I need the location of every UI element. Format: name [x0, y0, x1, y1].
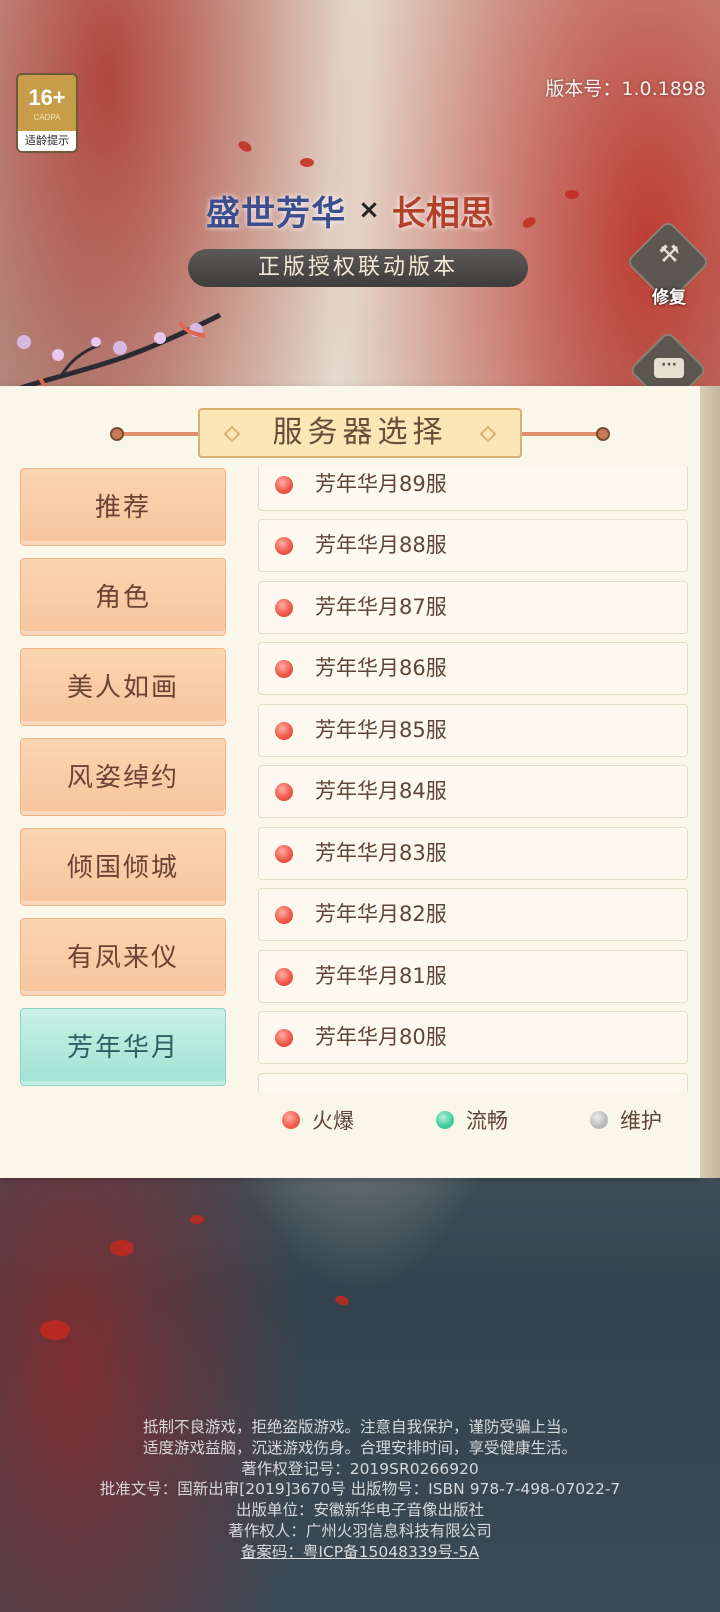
panel-title-box: 服务器选择: [198, 408, 522, 458]
status-hot-icon: [275, 660, 293, 678]
age-rating-org: CADPA: [33, 113, 61, 122]
server-select-panel: 服务器选择 推荐 角色 美人如画 风姿绰约 倾国倾城 有凤来仪 芳年华月 芳年华…: [0, 386, 700, 1178]
status-hot-icon: [275, 476, 293, 494]
title-ornament-line: [114, 432, 204, 436]
tools-icon: ⚒: [658, 240, 680, 268]
icp-link[interactable]: 备案码：粤ICP备15048339号-5A: [0, 1542, 720, 1563]
footer-line: 适度游戏益脑，沉迷游戏伤身。合理安排时间，享受健康生活。: [142, 1438, 577, 1457]
server-item-partial[interactable]: [258, 1073, 688, 1092]
status-smooth-icon: [436, 1111, 454, 1129]
logo-separator: ×: [358, 195, 380, 225]
status-hot-icon: [275, 783, 293, 801]
server-item[interactable]: 芳年华月89服: [258, 466, 688, 511]
server-name: 芳年华月89服: [315, 472, 447, 496]
status-legend: 火爆 流畅 维护: [0, 1098, 700, 1142]
legend-label: 流畅: [466, 1109, 508, 1133]
footer-line: 著作权登记号：2019SR0266920: [241, 1459, 479, 1478]
age-rating-tip: 适龄提示: [18, 131, 76, 151]
game-logo: 盛世芳华 × 长相思: [190, 180, 510, 240]
title-ornament-dot: [110, 427, 124, 441]
status-hot-icon: [275, 906, 293, 924]
server-item[interactable]: 芳年华月80服: [258, 1011, 688, 1064]
status-hot-icon: [282, 1111, 300, 1129]
title-ornament-dot: [596, 427, 610, 441]
server-item[interactable]: 芳年华月82服: [258, 888, 688, 941]
panel-title-bar: 服务器选择: [110, 408, 610, 458]
logo-subtitle: 正版授权联动版本: [188, 249, 528, 287]
repair-button-label: 修复: [652, 288, 686, 308]
panel-title: 服务器选择: [272, 415, 448, 450]
server-name: 芳年华月86服: [315, 656, 447, 680]
petal-decoration: [300, 158, 314, 167]
server-item[interactable]: 芳年华月86服: [258, 642, 688, 695]
status-hot-icon: [275, 968, 293, 986]
version-label: 版本号：1.0.1898: [545, 78, 706, 100]
legend-item-smooth: 流畅: [436, 1098, 508, 1142]
title-ornament-line: [516, 432, 606, 436]
collab-logo-name: 长相思: [391, 193, 494, 234]
status-hot-icon: [275, 599, 293, 617]
legend-label: 火爆: [312, 1109, 354, 1133]
server-name: 芳年华月82服: [315, 902, 447, 926]
category-tab-roles[interactable]: 角色: [20, 558, 226, 636]
server-name: 芳年华月84服: [315, 779, 447, 803]
age-rating-badge[interactable]: 16+ CADPA 适龄提示: [16, 73, 78, 153]
server-name: 芳年华月87服: [315, 595, 447, 619]
petal-decoration: [110, 1240, 134, 1256]
status-hot-icon: [275, 845, 293, 863]
server-item[interactable]: 芳年华月85服: [258, 704, 688, 757]
status-hot-icon: [275, 1029, 293, 1047]
server-item[interactable]: 芳年华月87服: [258, 581, 688, 634]
server-name: 芳年华月83服: [315, 841, 447, 865]
server-name: 芳年华月80服: [315, 1025, 447, 1049]
footer-line: 著作权人：广州火羽信息科技有限公司: [228, 1521, 492, 1540]
diamond-ornament-icon: [223, 425, 241, 443]
legal-footer: 抵制不良游戏，拒绝盗版游戏。注意自我保护，谨防受骗上当。 适度游戏益脑，沉迷游戏…: [0, 1417, 720, 1563]
diamond-ornament-icon: [479, 425, 497, 443]
status-hot-icon: [275, 537, 293, 555]
category-tab[interactable]: 美人如画: [20, 648, 226, 726]
server-item[interactable]: 芳年华月84服: [258, 765, 688, 818]
footer-line: 抵制不良游戏，拒绝盗版游戏。注意自我保护，谨防受骗上当。: [142, 1418, 577, 1436]
chat-icon: ···: [654, 358, 684, 378]
category-tab[interactable]: 倾国倾城: [20, 828, 226, 906]
server-name: 芳年华月85服: [315, 718, 447, 742]
footer-line: 出版单位：安徽新华电子音像出版社: [235, 1501, 484, 1520]
petal-decoration: [190, 1215, 204, 1224]
blossom-branch-decoration: [0, 312, 222, 398]
age-rating-number: 16+: [28, 85, 66, 110]
server-item[interactable]: 芳年华月88服: [258, 519, 688, 572]
server-list[interactable]: 芳年华月89服 芳年华月88服 芳年华月87服 芳年华月86服 芳年华月85服 …: [258, 466, 690, 1092]
status-maintenance-icon: [590, 1111, 608, 1129]
game-logo-name: 盛世芳华: [206, 193, 347, 234]
server-name: 芳年华月81服: [315, 964, 447, 988]
category-tab[interactable]: 有凤来仪: [20, 918, 226, 996]
legend-item-maintenance: 维护: [590, 1098, 662, 1142]
server-item[interactable]: 芳年华月83服: [258, 827, 688, 880]
panel-edge-decoration: [700, 386, 720, 1178]
petal-decoration: [40, 1320, 70, 1340]
repair-button[interactable]: ⚒ 修复: [625, 219, 711, 308]
legend-label: 维护: [620, 1109, 662, 1133]
category-tab-recommended[interactable]: 推荐: [20, 468, 226, 546]
legend-item-hot: 火爆: [282, 1098, 354, 1142]
status-hot-icon: [275, 722, 293, 740]
footer-line: 批准文号：国新出审[2019]3670号 出版物号：ISBN 978-7-498…: [99, 1480, 621, 1499]
petal-decoration: [565, 190, 579, 199]
server-name: 芳年华月88服: [315, 533, 447, 557]
category-tab-active[interactable]: 芳年华月: [20, 1008, 226, 1086]
category-tab[interactable]: 风姿绰约: [20, 738, 226, 816]
server-item[interactable]: 芳年华月81服: [258, 950, 688, 1003]
